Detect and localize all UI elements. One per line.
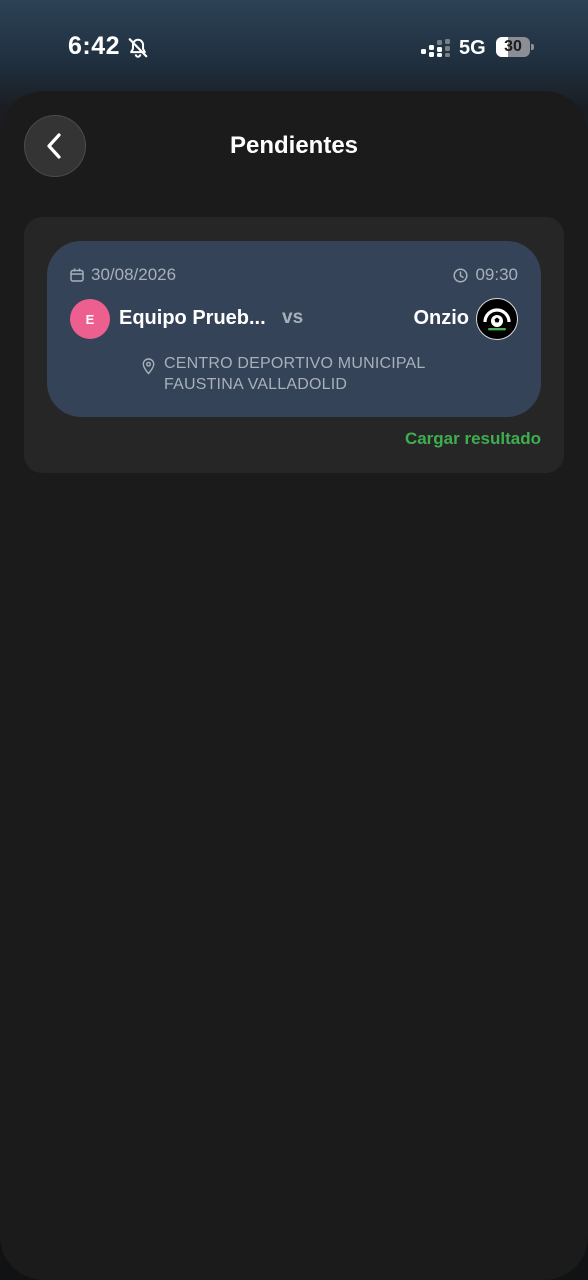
- battery-icon: 30: [496, 37, 534, 57]
- screen-sheet: Pendientes 30/08/2026 09:30 E Equipo Pru…: [0, 91, 588, 1280]
- match-date: 30/08/2026: [70, 265, 176, 285]
- home-team-avatar: E: [70, 299, 110, 339]
- status-time: 6:42: [68, 32, 121, 60]
- location-pin-icon: [142, 358, 155, 375]
- signal-icon: [421, 39, 450, 57]
- match-date-text: 30/08/2026: [91, 265, 177, 284]
- clock-icon: [453, 267, 469, 283]
- match-time-text: 09:30: [475, 265, 518, 284]
- battery-level: 30: [504, 38, 522, 55]
- match-location: CENTRO DEPORTIVO MUNICIPAL FAUSTINA VALL…: [142, 353, 426, 395]
- match-time: 09:30: [453, 265, 518, 285]
- soccer-ball-logo-icon: [481, 303, 513, 335]
- away-team-name: Onzio: [413, 307, 469, 329]
- location-line-1: CENTRO DEPORTIVO MUNICIPAL: [164, 355, 426, 372]
- away-team-logo: [476, 298, 518, 340]
- page-title: Pendientes: [229, 132, 359, 159]
- bell-muted-icon: [128, 38, 148, 58]
- match-card[interactable]: 30/08/2026 09:30 E Equipo Prueb... vs On…: [47, 241, 541, 417]
- calendar-icon: [70, 268, 84, 282]
- status-bar: 6:42 5G 30: [0, 0, 588, 92]
- network-label: 5G: [459, 37, 486, 59]
- vs-label: vs: [282, 307, 304, 328]
- pending-match-container: 30/08/2026 09:30 E Equipo Prueb... vs On…: [24, 217, 564, 473]
- location-line-2: FAUSTINA VALLADOLID: [164, 376, 348, 393]
- load-result-button[interactable]: Cargar resultado: [405, 429, 541, 449]
- home-team-name: Equipo Prueb...: [119, 307, 266, 329]
